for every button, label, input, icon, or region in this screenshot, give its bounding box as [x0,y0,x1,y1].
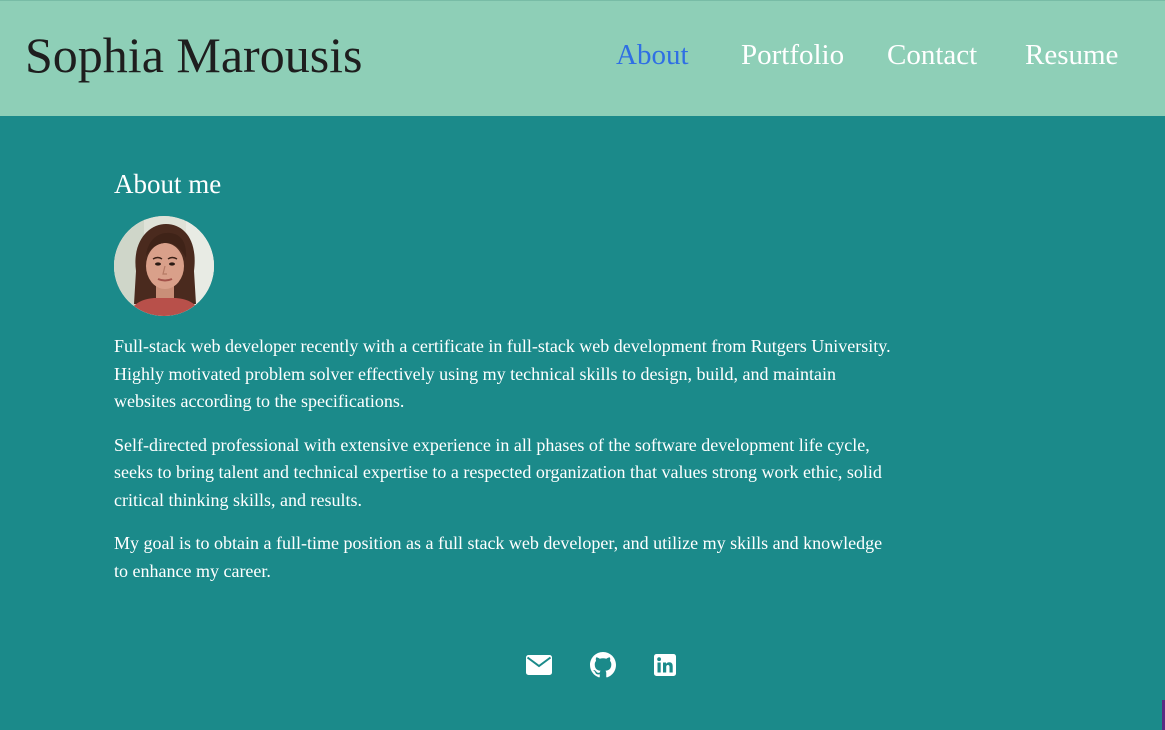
nav-link-about[interactable]: About [616,37,689,73]
linkedin-icon[interactable] [650,650,680,680]
avatar [114,216,214,316]
about-paragraph-3: My goal is to obtain a full-time positio… [114,533,883,581]
nav-link-portfolio[interactable]: Portfolio [741,37,844,73]
profile-photo [114,216,214,316]
footer [0,650,1165,680]
about-section: About me Full-stack web developer recent… [114,166,894,601]
section-heading: About me [114,169,222,199]
envelope-icon[interactable] [524,650,554,680]
github-icon[interactable] [588,650,618,680]
main-nav: About Portfolio Contact Resume [0,37,1165,77]
about-paragraph-1: Full-stack web developer recently with a… [114,336,891,411]
page: Sophia Marousis About Portfolio Contact … [0,0,1165,730]
site-header: Sophia Marousis About Portfolio Contact … [0,0,1165,116]
nav-link-resume[interactable]: Resume [1025,37,1118,73]
about-paragraph-2: Self-directed professional with extensiv… [114,434,882,510]
nav-link-contact[interactable]: Contact [887,37,977,73]
